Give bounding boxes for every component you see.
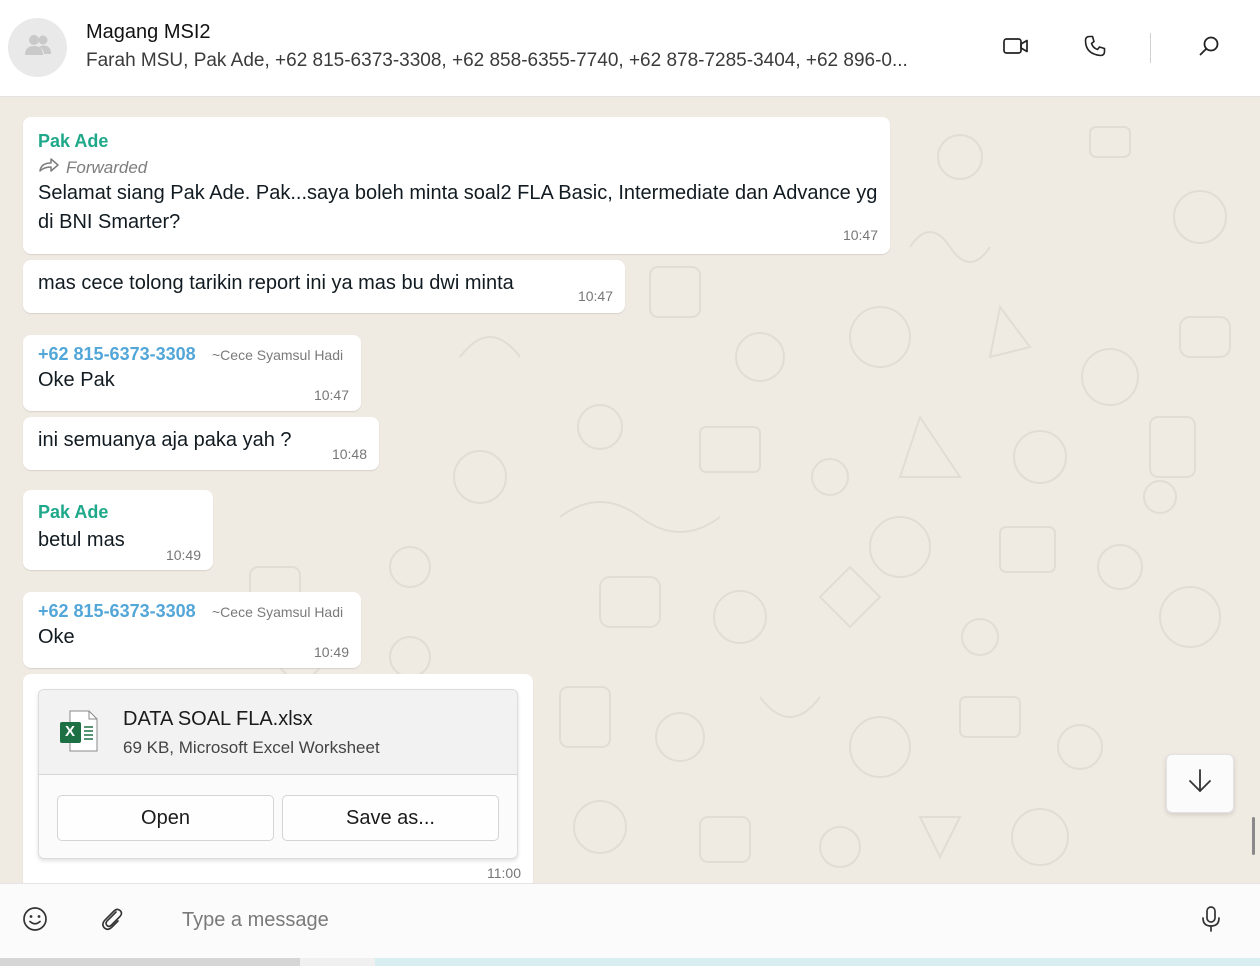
message-text: ini semuanya aja paka yah ? [38, 429, 292, 451]
header-divider [1150, 33, 1151, 63]
message-text: Oke Pak [38, 369, 115, 391]
chat-header: Magang MSI2 Farah MSU, Pak Ade, +62 815-… [0, 0, 1260, 97]
sender-alias: ~Cece Syamsul Hadi [212, 347, 344, 363]
message-time: 10:48 [331, 446, 367, 462]
voice-message-button[interactable] [1196, 905, 1226, 938]
microphone-icon [1200, 905, 1222, 938]
file-attachment-card[interactable]: X DATA SOAL FLA.xlsx 69 KB, Microsoft Ex… [38, 689, 518, 859]
forward-arrow-icon [38, 157, 60, 178]
sender-alias: ~Cece Syamsul Hadi [212, 604, 344, 620]
chat-participants[interactable]: Farah MSU, Pak Ade, +62 815-6373-3308, +… [86, 50, 981, 72]
emoji-icon [22, 906, 48, 937]
excel-icon-letter: X [65, 723, 76, 740]
scroll-to-bottom-button[interactable] [1166, 754, 1234, 813]
scrollbar-track-segment [0, 958, 300, 966]
excel-file-icon: X [60, 710, 98, 757]
video-call-button[interactable] [1001, 33, 1031, 63]
message-bubble[interactable]: mas cece tolong tarikin report ini ya ma… [23, 260, 625, 313]
paperclip-icon [99, 906, 125, 937]
vertical-scrollbar[interactable] [1252, 817, 1255, 855]
message-sender[interactable]: Pak Ade [38, 502, 108, 523]
message-sender[interactable]: +62 815-6373-3308 [38, 344, 196, 365]
file-info[interactable]: X DATA SOAL FLA.xlsx 69 KB, Microsoft Ex… [39, 690, 517, 775]
chat-area[interactable]: Pak Ade Forwarded Selamat siang Pak Ade.… [0, 97, 1260, 883]
message-text: Selamat siang Pak Ade. Pak...saya boleh … [38, 182, 878, 233]
voice-call-icon [1083, 34, 1107, 63]
open-file-button[interactable]: Open [57, 795, 274, 841]
message-time: 10:49 [165, 547, 201, 563]
message-time: 10:47 [842, 227, 878, 243]
message-bubble[interactable]: Pak Ade Forwarded Selamat siang Pak Ade.… [23, 117, 890, 254]
message-bubble[interactable]: +62 815-6373-3308 ~Cece Syamsul Hadi Oke… [23, 592, 361, 668]
horizontal-scrollbar[interactable] [0, 958, 1260, 966]
arrow-down-icon [1187, 767, 1213, 800]
message-time: 10:47 [313, 387, 349, 403]
video-call-icon [1002, 35, 1030, 62]
message-composer [0, 883, 1260, 958]
message-text: betul mas [38, 529, 125, 551]
file-meta: 69 KB, Microsoft Excel Worksheet [123, 738, 380, 757]
group-avatar[interactable] [8, 18, 67, 77]
message-time: 10:49 [313, 644, 349, 660]
message-bubble[interactable]: ini semuanya aja paka yah ? 10:48 [23, 417, 379, 470]
message-text: Oke [38, 626, 75, 648]
message-text: mas cece tolong tarikin report ini ya ma… [38, 272, 514, 294]
search-icon [1197, 34, 1221, 63]
attach-button[interactable] [97, 906, 127, 936]
chat-title[interactable]: Magang MSI2 [86, 21, 211, 44]
message-time: 10:47 [577, 288, 613, 304]
file-name: DATA SOAL FLA.xlsx [123, 708, 313, 730]
group-avatar-icon [23, 30, 53, 65]
message-sender[interactable]: Pak Ade [38, 131, 108, 152]
file-message-bubble[interactable]: X DATA SOAL FLA.xlsx 69 KB, Microsoft Ex… [23, 674, 533, 883]
forwarded-indicator: Forwarded [38, 157, 147, 178]
emoji-button[interactable] [20, 906, 50, 936]
search-button[interactable] [1194, 33, 1224, 63]
message-input[interactable] [170, 898, 1170, 942]
message-sender[interactable]: +62 815-6373-3308 [38, 601, 196, 622]
scrollbar-thumb[interactable] [300, 958, 375, 966]
message-bubble[interactable]: +62 815-6373-3308 ~Cece Syamsul Hadi Oke… [23, 335, 361, 411]
forwarded-label: Forwarded [66, 157, 148, 177]
message-bubble[interactable]: Pak Ade betul mas 10:49 [23, 490, 213, 570]
voice-call-button[interactable] [1080, 33, 1110, 63]
save-as-button[interactable]: Save as... [282, 795, 499, 841]
message-time: 11:00 [487, 865, 521, 881]
